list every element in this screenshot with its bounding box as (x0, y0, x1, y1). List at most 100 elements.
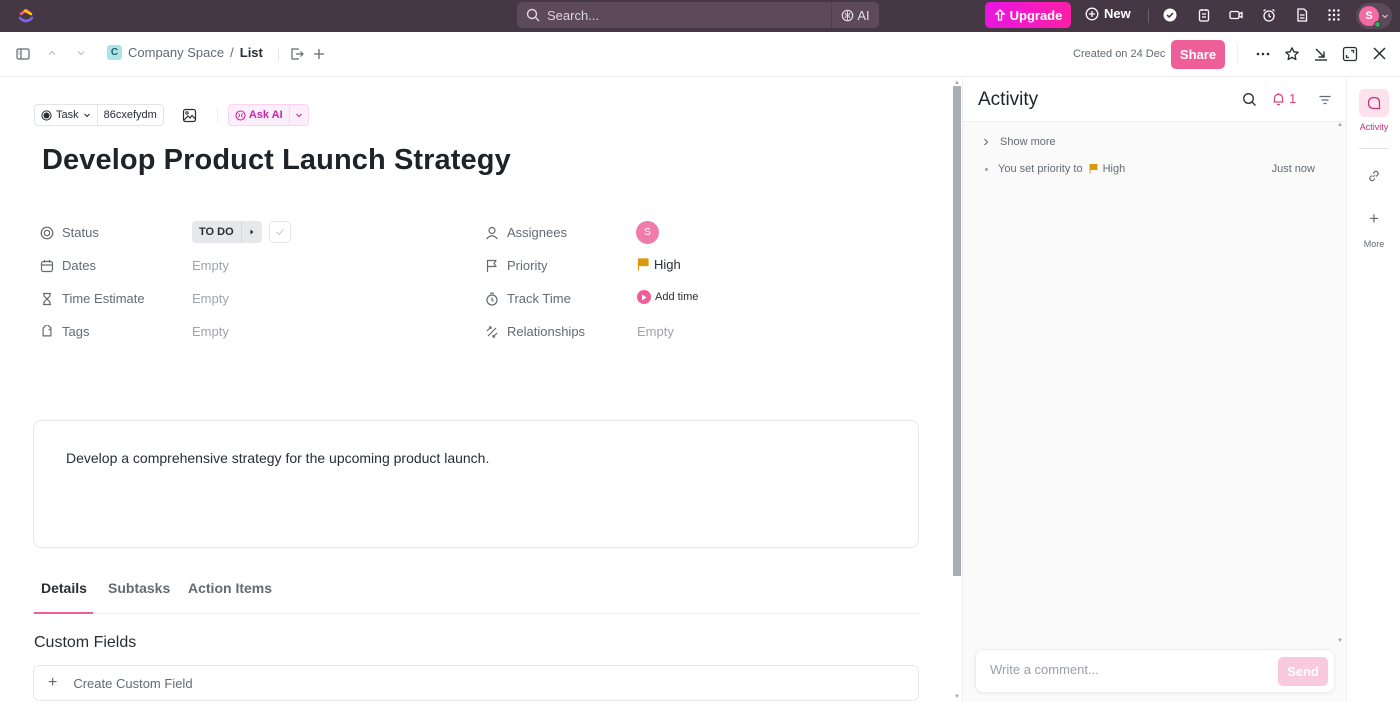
description-text[interactable]: Develop a comprehensive strategy for the… (66, 450, 489, 466)
add-time-label: Add time (655, 291, 699, 303)
header-divider (1237, 43, 1238, 65)
share-button[interactable]: Share (1171, 40, 1225, 69)
search-bar[interactable]: Search... AI (517, 2, 879, 28)
video-icon[interactable] (1228, 7, 1244, 23)
filter-icon[interactable] (1318, 93, 1332, 107)
ask-ai-button[interactable]: Ask AI (229, 105, 290, 125)
tab-action-items[interactable]: Action Items (188, 580, 272, 596)
stopwatch-icon (485, 292, 499, 306)
breadcrumb-separator: / (230, 45, 234, 60)
field-label: Relationships (507, 324, 586, 339)
activity-entry: You set priority to High Just now (985, 163, 1315, 175)
expand-icon[interactable] (1342, 46, 1358, 62)
more-rail-label[interactable]: More (1347, 239, 1400, 249)
send-button[interactable]: Send (1278, 657, 1328, 686)
field-label: Dates (62, 258, 96, 273)
top-bar: Search... AI Upgrade New S (0, 0, 1400, 32)
add-time-button[interactable]: Add time (637, 290, 698, 304)
notifications-button[interactable]: 1 (1272, 91, 1296, 106)
field-label: Status (62, 225, 99, 240)
task-id[interactable]: 86cxefydm (98, 109, 163, 121)
task-title[interactable]: Develop Product Launch Strategy (42, 144, 511, 177)
create-custom-field-button[interactable]: + Create Custom Field (33, 665, 919, 701)
dates-value[interactable]: Empty (192, 258, 229, 273)
create-custom-field-label: Create Custom Field (73, 675, 193, 691)
new-button[interactable]: New (1085, 6, 1131, 21)
priority-value[interactable]: High (637, 257, 681, 272)
close-icon[interactable] (1372, 46, 1386, 60)
comment-bubble-icon (1367, 96, 1381, 110)
status-dropdown[interactable]: TO DO (192, 221, 262, 243)
more-options-icon[interactable] (1255, 47, 1270, 61)
activity-rail-button[interactable] (1359, 89, 1389, 117)
activity-rail-label[interactable]: Activity (1347, 122, 1400, 132)
priority-flag-icon (637, 258, 649, 271)
notepad-icon[interactable] (1196, 7, 1212, 23)
task-toolbar: Task 86cxefydm Ask AI (34, 104, 309, 126)
minimize-icon[interactable] (1313, 46, 1327, 61)
time-estimate-value[interactable]: Empty (192, 291, 229, 306)
scroll-down-arrow[interactable]: ▼ (954, 694, 960, 700)
activity-panel: Activity 1 ▲ Show more You set priority … (962, 78, 1346, 702)
clickup-logo-icon[interactable] (17, 7, 35, 25)
checkmark-icon (274, 226, 286, 238)
right-rail: Activity + More (1346, 78, 1400, 702)
breadcrumb: C Company Space / List (107, 45, 263, 60)
field-priority: Priority (485, 258, 547, 273)
ai-button[interactable]: AI (831, 2, 879, 28)
tag-icon (40, 324, 54, 339)
field-time-estimate: Time Estimate (40, 291, 145, 306)
apps-grid-icon[interactable] (1326, 7, 1342, 23)
next-task-icon[interactable] (75, 47, 89, 61)
ask-ai-dropdown[interactable] (290, 111, 308, 119)
new-label: New (1104, 6, 1131, 21)
document-icon[interactable] (1294, 7, 1310, 23)
field-label: Track Time (507, 291, 571, 306)
tab-details[interactable]: Details (41, 580, 87, 596)
activity-text: You set priority to (998, 163, 1083, 175)
field-assignees: Assignees (485, 225, 567, 240)
activity-timestamp: Just now (1271, 163, 1315, 175)
upgrade-button[interactable]: Upgrade (985, 2, 1071, 28)
previous-task-icon[interactable] (46, 47, 60, 61)
more-plus-icon[interactable]: + (1347, 209, 1400, 229)
complete-task-button[interactable] (269, 221, 291, 243)
link-icon[interactable] (1367, 169, 1381, 183)
user-menu[interactable]: S (1356, 3, 1392, 29)
add-icon[interactable] (312, 47, 326, 61)
relationships-value[interactable]: Empty (637, 324, 674, 339)
rail-divider (1359, 148, 1389, 149)
show-more-button[interactable]: Show more (982, 136, 1056, 148)
task-description[interactable]: Develop a comprehensive strategy for the… (33, 420, 919, 548)
check-circle-icon[interactable] (1162, 7, 1178, 23)
breadcrumb-divider (278, 48, 279, 61)
move-task-icon[interactable] (290, 47, 304, 61)
plus-icon: + (48, 674, 58, 691)
assignee-avatar[interactable]: S (636, 221, 659, 244)
task-tabs: Details Subtasks Action Items (34, 572, 918, 614)
space-badge: C (107, 45, 122, 60)
tags-value[interactable]: Empty (192, 324, 229, 339)
search-icon[interactable] (1242, 92, 1257, 107)
star-icon[interactable] (1284, 46, 1299, 61)
alarm-clock-icon[interactable] (1261, 7, 1277, 23)
breadcrumb-list[interactable]: List (240, 45, 263, 60)
plus-circle-icon (1085, 7, 1099, 21)
bell-icon (1272, 92, 1285, 106)
task-type-button[interactable]: Task (35, 105, 98, 125)
activity-scroll-down[interactable]: ▼ (1337, 638, 1343, 644)
main-scrollbar-thumb[interactable] (953, 86, 961, 576)
comment-input[interactable] (990, 662, 1250, 677)
comment-box: Send (975, 649, 1335, 693)
upgrade-icon (994, 9, 1006, 21)
tab-subtasks[interactable]: Subtasks (108, 580, 170, 596)
cover-image-icon[interactable] (182, 108, 197, 123)
next-status-icon[interactable] (242, 228, 262, 236)
status-value[interactable]: TO DO (192, 221, 242, 243)
search-placeholder[interactable]: Search... (547, 8, 831, 23)
field-dates: Dates (40, 258, 96, 273)
activity-scroll-up[interactable]: ▲ (1337, 122, 1343, 128)
sidebar-toggle-icon[interactable] (16, 47, 30, 61)
breadcrumb-space[interactable]: Company Space (128, 45, 224, 60)
play-icon (637, 290, 651, 304)
